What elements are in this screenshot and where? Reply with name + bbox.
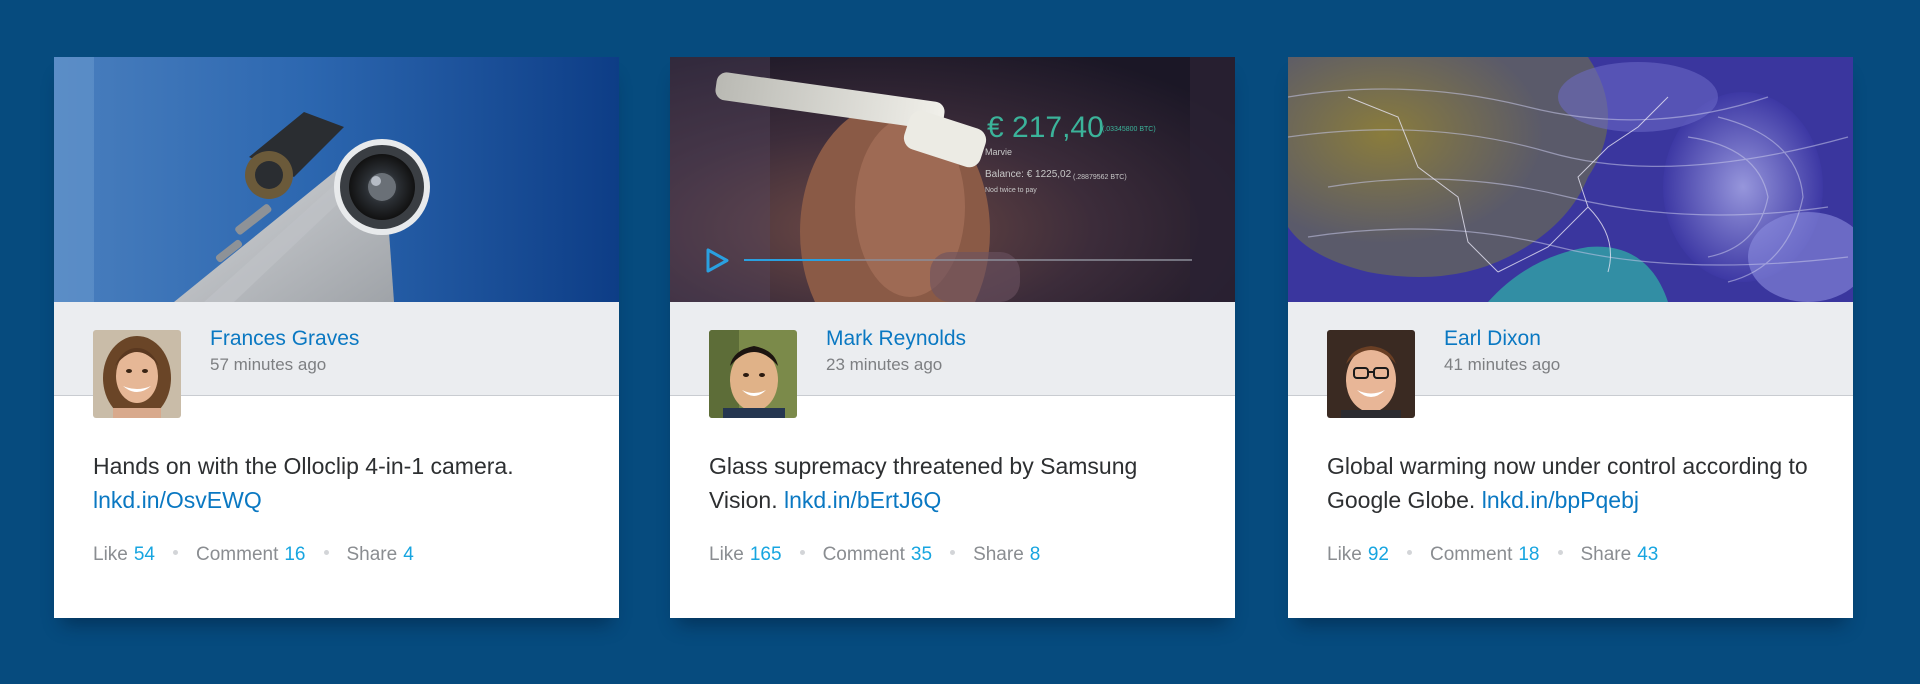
post-card: Earl Dixon 41 minutes ago Global warming…: [1288, 57, 1853, 618]
post-image[interactable]: [54, 57, 619, 302]
comment-count: 18: [1518, 544, 1540, 565]
share-label: Share: [1580, 544, 1632, 565]
post-image[interactable]: [1288, 57, 1853, 302]
post-text: Global warming now under control accordi…: [1327, 449, 1827, 517]
hud-balance-btc: (.28879562 BTC): [1073, 174, 1127, 181]
post-text-body: Hands on with the Olloclip 4-in-1 camera…: [93, 453, 514, 479]
comment-label: Comment: [1430, 544, 1513, 565]
hud-name: Marvie: [985, 147, 1012, 157]
avatar[interactable]: [1327, 330, 1415, 418]
share-button[interactable]: Share 43: [1581, 544, 1659, 566]
separator-dot: [799, 550, 805, 556]
post-video[interactable]: € 217,40 (.03345800 BTC) Marvie Balance:…: [670, 57, 1235, 302]
like-button[interactable]: Like 165: [709, 544, 782, 566]
post-timestamp: 41 minutes ago: [1444, 355, 1561, 374]
like-label: Like: [709, 544, 744, 565]
separator-dot: [950, 550, 956, 556]
comment-count: 16: [284, 544, 306, 565]
comment-button[interactable]: Comment 18: [1430, 544, 1540, 566]
comment-button[interactable]: Comment 35: [823, 544, 933, 566]
share-count: 8: [1029, 544, 1041, 565]
post-timestamp: 23 minutes ago: [826, 355, 943, 374]
share-label: Share: [973, 544, 1024, 565]
post-card: € 217,40 (.03345800 BTC) Marvie Balance:…: [670, 57, 1235, 618]
hud-balance: Balance: € 1225,02: [985, 169, 1072, 180]
like-button[interactable]: Like 54: [93, 544, 155, 566]
separator-dot: [1407, 550, 1412, 556]
separator-dot: [173, 550, 178, 556]
separator-dot: [323, 550, 329, 556]
post-actions: Like 54 Comment 16 Share 4: [93, 544, 414, 566]
comment-label: Comment: [822, 544, 905, 565]
post-timestamp: 57 minutes ago: [210, 355, 327, 374]
like-label: Like: [93, 544, 128, 565]
post-link[interactable]: lnkd.in/OsvEWQ: [93, 487, 262, 513]
share-label: Share: [346, 544, 398, 565]
comment-label: Comment: [196, 544, 279, 565]
comment-button[interactable]: Comment 16: [196, 544, 306, 566]
share-button[interactable]: Share 4: [347, 544, 414, 566]
post-card: Frances Graves 57 minutes ago Hands on w…: [54, 57, 619, 618]
comment-count: 35: [910, 544, 933, 565]
like-count: 54: [133, 544, 155, 565]
like-count: 165: [749, 544, 782, 565]
share-count: 43: [1637, 544, 1659, 565]
author-name[interactable]: Frances Graves: [210, 327, 359, 351]
author-name[interactable]: Mark Reynolds: [826, 327, 966, 351]
hud-hint: Nod twice to pay: [985, 187, 1037, 194]
like-count: 92: [1367, 544, 1389, 565]
avatar[interactable]: [709, 330, 797, 418]
like-label: Like: [1327, 544, 1362, 565]
separator-dot: [1557, 550, 1563, 556]
author-name[interactable]: Earl Dixon: [1444, 327, 1541, 351]
post-actions: Like 165 Comment 35 Share 8: [709, 544, 1040, 566]
post-link[interactable]: lnkd.in/bpPqebj: [1482, 487, 1639, 513]
post-text: Glass supremacy threatened by Samsung Vi…: [709, 449, 1209, 517]
like-button[interactable]: Like 92: [1327, 544, 1389, 566]
share-count: 4: [403, 544, 414, 565]
hud-price: € 217,40: [987, 111, 1104, 144]
share-button[interactable]: Share 8: [973, 544, 1040, 566]
post-text: Hands on with the Olloclip 4-in-1 camera…: [93, 449, 593, 517]
avatar[interactable]: [93, 330, 181, 418]
post-actions: Like 92 Comment 18 Share 43: [1327, 544, 1658, 566]
hud-price-btc: (.03345800 BTC): [1102, 126, 1156, 133]
post-link[interactable]: lnkd.in/bErtJ6Q: [784, 487, 941, 513]
